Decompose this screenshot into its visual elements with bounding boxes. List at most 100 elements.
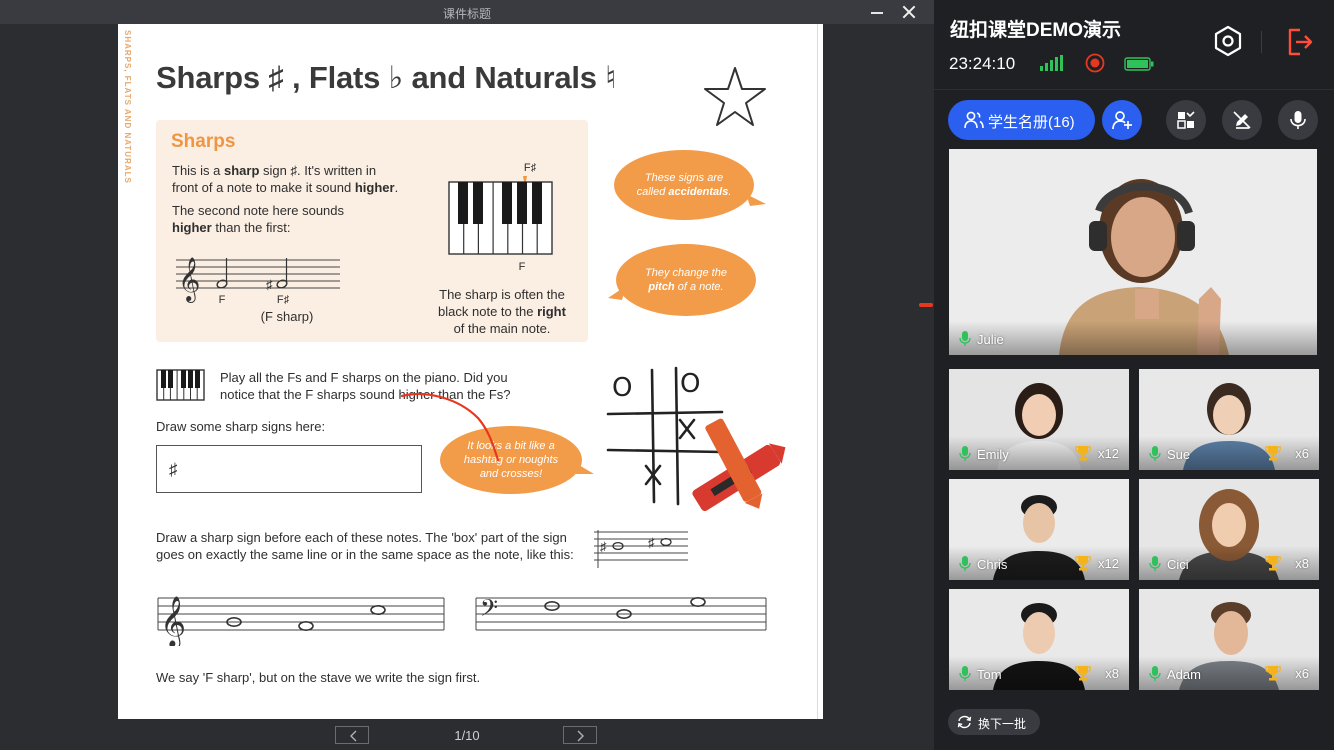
star-icon bbox=[704, 67, 766, 126]
trophy-count: x6 bbox=[1295, 446, 1309, 461]
draw-box-sharp: ♯ bbox=[169, 460, 178, 479]
mic-on-icon bbox=[959, 556, 971, 571]
classroom-sidebar: 纽扣课堂DEMO演示 23:24:10 学生名册(16) Julie Emily… bbox=[934, 0, 1334, 750]
next-batch-button[interactable]: 换下一批 bbox=[948, 709, 1040, 735]
bubble-tail bbox=[608, 286, 626, 300]
keyboard-icon bbox=[156, 369, 205, 401]
exit-icon[interactable] bbox=[1286, 27, 1314, 57]
student-video-tile[interactable]: Sue x6 bbox=[1139, 369, 1319, 470]
bubble-accidentals: These signs are called accidentals. bbox=[614, 150, 754, 220]
page-title: Sharps ♯ , Flats ♭ and Naturals ♮ bbox=[156, 60, 617, 95]
student-name: Tom bbox=[977, 667, 1002, 682]
student-name: Emily bbox=[977, 447, 1009, 462]
sharps-second-line-2: higher than the first: bbox=[172, 220, 291, 235]
trophy-icon bbox=[1075, 666, 1091, 681]
mic-on-icon bbox=[959, 446, 971, 461]
courseware-panel: 课件标题 SHARPS, FLATS AND NATURALS Sharps ♯… bbox=[0, 0, 934, 750]
note-label-f: F bbox=[218, 294, 226, 306]
prev-page-button[interactable] bbox=[335, 726, 369, 744]
next-batch-label: 换下一批 bbox=[978, 717, 1027, 731]
battery-icon bbox=[1124, 57, 1154, 71]
trophy-icon bbox=[1265, 446, 1281, 461]
mic-on-icon bbox=[1149, 556, 1161, 571]
microphone-icon bbox=[1290, 111, 1306, 129]
bubble-pitch: They change the pitch of a note. bbox=[616, 244, 756, 316]
layout-toggle-button[interactable] bbox=[1166, 100, 1206, 140]
next-page-button[interactable] bbox=[563, 726, 597, 744]
student-video-tile[interactable]: Adam x6 bbox=[1139, 589, 1319, 690]
tile-shade bbox=[949, 656, 1129, 690]
tile-shade bbox=[1139, 436, 1319, 470]
student-name: Adam bbox=[1167, 667, 1201, 682]
header-separator bbox=[934, 89, 1334, 90]
play-instruction-line-1: Play all the Fs and F sharps on the pian… bbox=[220, 370, 508, 385]
header-divider bbox=[1261, 31, 1262, 53]
svg-text:𝄞: 𝄞 bbox=[160, 596, 186, 646]
page-navigator: 1/10 bbox=[0, 719, 934, 750]
sharps-second-line-1: The second note here sounds bbox=[172, 203, 345, 218]
tictac-o-2: O bbox=[680, 369, 700, 399]
sharps-intro-line-1: This is a sharp sign ♯. It's written in bbox=[172, 163, 377, 178]
trophy-count: x8 bbox=[1295, 556, 1309, 571]
trophy-icon bbox=[1265, 666, 1281, 681]
drawing-permission-button[interactable] bbox=[1222, 100, 1262, 140]
instruction-line-2: goes on exactly the same line or in the … bbox=[156, 547, 574, 562]
student-roster-button[interactable]: 学生名册(16) bbox=[948, 100, 1095, 140]
add-user-icon bbox=[1112, 111, 1132, 130]
tile-shade bbox=[1139, 546, 1319, 580]
bubble-tail bbox=[746, 194, 766, 206]
sharps-section: Sharps This is a sharp sign ♯. It's writ… bbox=[156, 120, 588, 342]
trophy-count: x6 bbox=[1295, 666, 1309, 681]
trophy-count: x8 bbox=[1105, 666, 1119, 681]
draw-sharps-box[interactable]: ♯ bbox=[156, 445, 422, 493]
student-video-tile[interactable]: Chris x12 bbox=[949, 479, 1129, 580]
mic-on-icon bbox=[959, 666, 971, 681]
note-label-fsharp-paren: (F sharp) bbox=[260, 309, 314, 324]
svg-text:♯: ♯ bbox=[648, 535, 655, 550]
tic-tac-toe-drawing: O O bbox=[606, 366, 786, 511]
sharps-heading: Sharps bbox=[171, 131, 236, 152]
add-student-button[interactable] bbox=[1102, 100, 1142, 140]
close-button[interactable] bbox=[898, 2, 920, 22]
courseware-title: 课件标题 bbox=[442, 7, 491, 21]
note-label-fsharp: F♯ bbox=[276, 294, 290, 306]
trophy-icon bbox=[1075, 446, 1091, 461]
app-root: 课件标题 SHARPS, FLATS AND NATURALS Sharps ♯… bbox=[0, 0, 1334, 750]
trophy-icon bbox=[1075, 556, 1091, 571]
teacher-name: Julie bbox=[977, 332, 1004, 347]
mute-all-button[interactable] bbox=[1278, 100, 1318, 140]
student-name: Sue bbox=[1167, 447, 1191, 462]
student-video-tile[interactable]: Tom x8 bbox=[949, 589, 1129, 690]
stave-f-fsharp: 𝄞 ♯ bbox=[176, 257, 340, 303]
student-name: Chris bbox=[977, 557, 1008, 572]
chevron-left-icon bbox=[350, 730, 357, 742]
class-clock: 23:24:10 bbox=[949, 54, 1016, 73]
refresh-icon bbox=[957, 715, 972, 729]
instruction-line-1: Draw a sharp sign before each of these n… bbox=[156, 530, 567, 545]
trophy-count: x12 bbox=[1098, 446, 1119, 461]
student-video-tile[interactable]: Cici x8 bbox=[1139, 479, 1319, 580]
courseware-titlebar: 课件标题 bbox=[0, 0, 934, 24]
tile-shade bbox=[1139, 656, 1319, 690]
svg-text:𝄢: 𝄢 bbox=[480, 594, 498, 627]
student-video-tile[interactable]: Emily x12 bbox=[949, 369, 1129, 470]
bass-stave-exercise: 𝄢 bbox=[475, 594, 767, 631]
mic-on-icon bbox=[1149, 666, 1161, 681]
sharp-caption: The sharp is often the black note to the… bbox=[438, 287, 566, 336]
pen-annotation-mark bbox=[919, 303, 933, 307]
page-edge-line bbox=[817, 24, 818, 719]
sharps-intro-line-2: front of a note to make it sound higher. bbox=[172, 180, 399, 195]
grid-layout-icon bbox=[1177, 111, 1195, 129]
pen-annotation bbox=[400, 392, 500, 462]
example-stave: ♯ ♯ bbox=[594, 530, 688, 568]
tictac-o-1: O bbox=[612, 373, 632, 403]
minimize-button[interactable] bbox=[866, 2, 888, 22]
student-roster-label: 学生名册(16) bbox=[988, 114, 1075, 131]
teacher-video-tile[interactable]: Julie bbox=[949, 149, 1317, 355]
settings-icon[interactable] bbox=[1212, 25, 1244, 57]
key-label-f: F bbox=[518, 261, 526, 273]
student-name: Cici bbox=[1167, 557, 1189, 572]
record-icon[interactable] bbox=[1085, 53, 1105, 73]
page-spine-text: SHARPS, FLATS AND NATURALS bbox=[123, 30, 132, 184]
pen-off-icon bbox=[1233, 111, 1251, 129]
